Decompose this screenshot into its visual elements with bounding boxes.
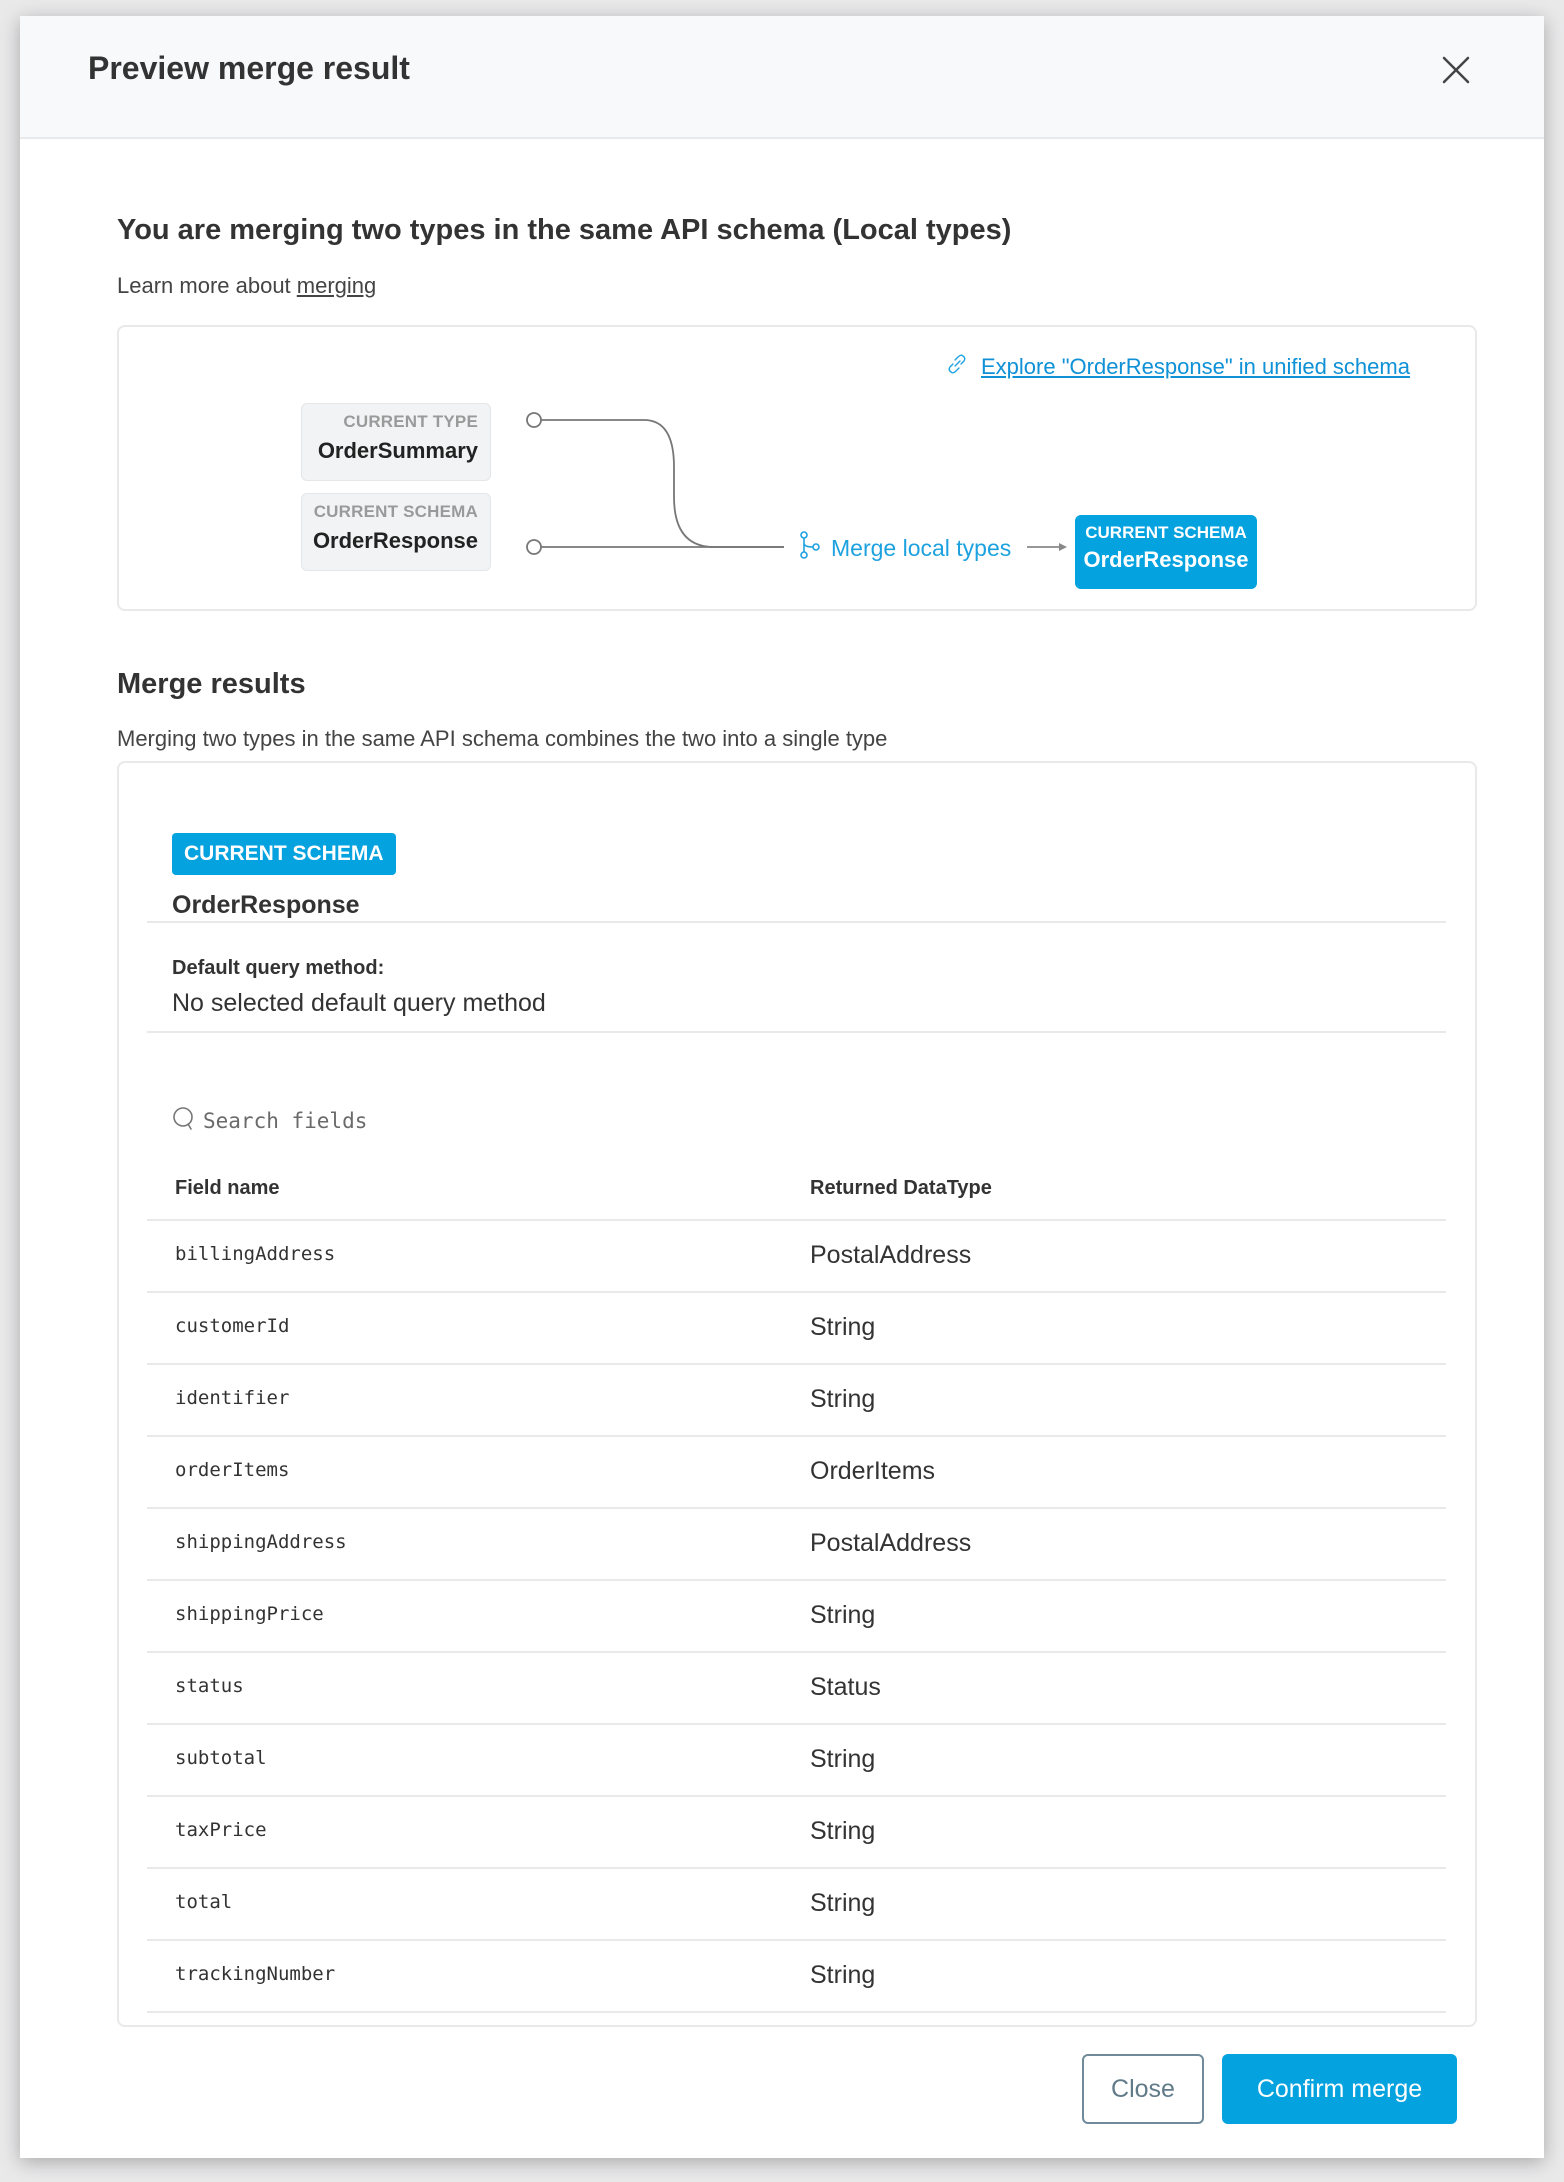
field-type-cell: PostalAddress: [810, 1241, 972, 1269]
default-query-label: Default query method:: [172, 957, 385, 979]
field-name-cell: total: [175, 1891, 233, 1913]
dialog-header: Preview merge result: [20, 16, 1544, 139]
table-row: trackingNumber String: [147, 1939, 1446, 2013]
field-type-cell: String: [810, 1313, 876, 1341]
field-type-cell: String: [810, 1745, 876, 1773]
search-fields-input[interactable]: [201, 1108, 645, 1134]
node-name: OrderSummary: [317, 438, 478, 463]
learn-more-prefix: Learn more about: [117, 273, 297, 298]
merge-results-card: CURRENT SCHEMA OrderResponse Default que…: [117, 761, 1477, 2027]
field-type-cell: String: [810, 1817, 876, 1845]
confirm-merge-button[interactable]: Confirm merge: [1222, 2054, 1457, 2124]
field-type-cell: String: [810, 1889, 876, 1917]
field-name-cell: orderItems: [175, 1459, 290, 1481]
merge-label-text: Merge local types: [831, 534, 1012, 561]
fields-table: billingAddress PostalAddress customerId Str…: [147, 1219, 1446, 2013]
node-label: CURRENT TYPE: [343, 412, 478, 431]
column-header-field-name: Field name: [175, 1177, 280, 1199]
explore-unified-schema-link[interactable]: Explore "OrderResponse" in unified schem…: [981, 354, 1410, 380]
result-type-name: OrderResponse: [172, 891, 360, 919]
field-type-cell: String: [810, 1961, 876, 1989]
field-name-cell: identifier: [175, 1387, 290, 1409]
merge-results-description: Merging two types in the same API schema…: [117, 726, 888, 751]
source-port-bottom: [526, 539, 542, 555]
field-name-cell: taxPrice: [175, 1819, 267, 1841]
table-row: shippingPrice String: [147, 1579, 1446, 1651]
field-name-cell: billingAddress: [175, 1243, 336, 1265]
source-node-current-schema: CURRENT SCHEMA OrderResponse: [301, 493, 491, 571]
source-node-current-type: CURRENT TYPE OrderSummary: [301, 403, 491, 481]
default-query-value: No selected default query method: [172, 989, 546, 1017]
field-name-cell: trackingNumber: [175, 1963, 336, 1985]
node-name: OrderResponse: [312, 528, 478, 553]
field-type-cell: OrderItems: [810, 1457, 936, 1485]
preview-merge-dialog: Preview merge result You are merging two…: [20, 16, 1544, 2158]
table-row: subtotal String: [147, 1723, 1446, 1795]
table-row: taxPrice String: [147, 1795, 1446, 1867]
explore-link-row: Explore "OrderResponse" in unified schem…: [947, 353, 1410, 381]
field-type-cell: Status: [810, 1673, 881, 1701]
table-row: orderItems OrderItems: [147, 1435, 1446, 1507]
field-name-cell: customerId: [175, 1315, 290, 1337]
close-icon[interactable]: [1436, 50, 1476, 90]
search-fields: [171, 1101, 671, 1141]
field-type-cell: String: [810, 1601, 876, 1629]
column-header-returned-datatype: Returned DataType: [810, 1177, 992, 1199]
result-node-current-schema: CURRENT SCHEMA OrderResponse: [1075, 515, 1257, 589]
merge-results-heading: Merge results: [117, 668, 306, 700]
table-row: billingAddress PostalAddress: [147, 1219, 1446, 1291]
table-row: shippingAddress PostalAddress: [147, 1507, 1446, 1579]
field-name-cell: status: [175, 1675, 244, 1697]
divider: [147, 1031, 1446, 1033]
merge-diagram: Explore "OrderResponse" in unified schem…: [117, 325, 1477, 611]
field-name-cell: shippingAddress: [175, 1531, 347, 1553]
field-type-cell: String: [810, 1385, 876, 1413]
arrow-head: [1059, 543, 1067, 551]
node-name: OrderResponse: [1083, 547, 1249, 572]
close-button[interactable]: Close: [1082, 2054, 1204, 2124]
link-icon: [947, 353, 967, 381]
divider: [147, 921, 1446, 923]
table-row: identifier String: [147, 1363, 1446, 1435]
source-port-top: [526, 412, 542, 428]
field-type-cell: PostalAddress: [810, 1529, 972, 1557]
connector-curve: [541, 419, 784, 548]
dialog-title: Preview merge result: [88, 50, 410, 86]
merge-intro-heading: You are merging two types in the same AP…: [117, 214, 1012, 246]
search-icon: [171, 1105, 197, 1138]
learn-more-text: Learn more about merging: [117, 273, 376, 299]
table-row: customerId String: [147, 1291, 1446, 1363]
merging-link[interactable]: merging: [297, 273, 376, 298]
current-schema-badge: CURRENT SCHEMA: [172, 833, 396, 875]
field-name-cell: shippingPrice: [175, 1603, 324, 1625]
table-row: status Status: [147, 1651, 1446, 1723]
table-row: total String: [147, 1867, 1446, 1939]
node-label: CURRENT SCHEMA: [313, 502, 478, 521]
field-name-cell: subtotal: [175, 1747, 267, 1769]
merge-branch-icon: [799, 531, 821, 565]
node-label: CURRENT SCHEMA: [1085, 523, 1247, 542]
merge-local-types-label: Merge local types: [799, 531, 1011, 565]
